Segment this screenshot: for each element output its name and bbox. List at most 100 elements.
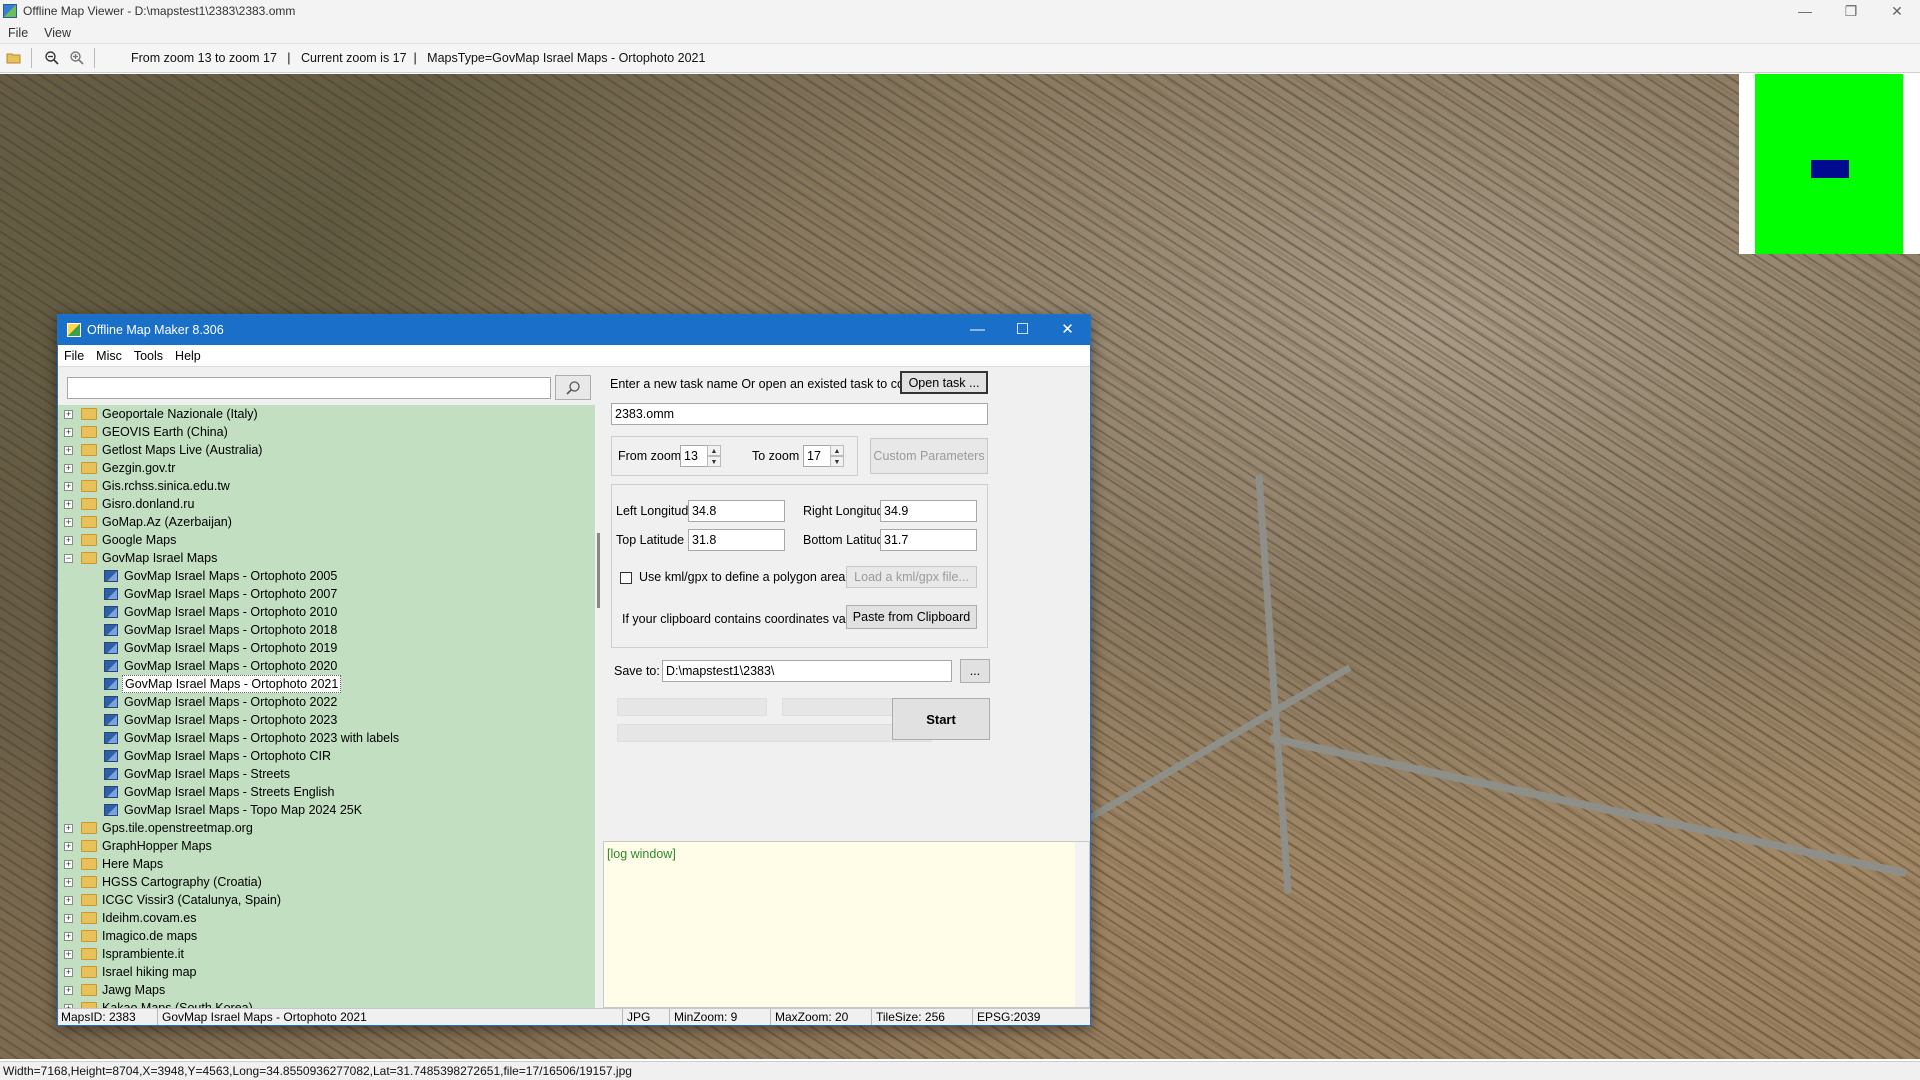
tree-map-item[interactable]: GovMap Israel Maps - Ortophoto 2021 — [58, 675, 595, 693]
tree-map-item[interactable]: GovMap Israel Maps - Ortophoto 2020 — [58, 657, 595, 675]
dialog-menu-misc[interactable]: Misc — [90, 349, 128, 363]
start-button[interactable]: Start — [892, 698, 990, 740]
tree-folder-item[interactable]: + Gisro.donland.ru — [58, 495, 595, 513]
tree-folder-item[interactable]: + Here Maps — [58, 855, 595, 873]
tree-map-item[interactable]: GovMap Israel Maps - Ortophoto 2022 — [58, 693, 595, 711]
expand-icon[interactable]: + — [64, 410, 73, 419]
zoom-out-icon[interactable] — [41, 47, 63, 69]
dialog-minimize-button[interactable]: — — [955, 315, 1000, 345]
save-to-field[interactable]: D:\mapstest1\2383\ — [662, 660, 952, 682]
tree-map-item[interactable]: GovMap Israel Maps - Streets — [58, 765, 595, 783]
tree-folder-item[interactable]: + Gis.rchss.sinica.edu.tw — [58, 477, 595, 495]
expand-icon[interactable]: + — [64, 500, 73, 509]
expand-icon[interactable]: + — [64, 968, 73, 977]
tree-map-item[interactable]: GovMap Israel Maps - Ortophoto 2023 with… — [58, 729, 595, 747]
restore-button[interactable]: ❐ — [1828, 0, 1874, 22]
tree-folder-item[interactable]: + Ideihm.covam.es — [58, 909, 595, 927]
dialog-maximize-button[interactable]: ☐ — [1000, 315, 1045, 345]
from-zoom-field[interactable]: 13 — [680, 445, 708, 467]
folder-icon — [81, 858, 97, 870]
from-zoom-spinner[interactable]: ▲ ▼ — [707, 445, 721, 467]
expand-icon[interactable]: + — [64, 932, 73, 941]
paste-from-clipboard-button[interactable]: Paste from Clipboard — [846, 605, 977, 629]
expand-icon[interactable]: + — [64, 950, 73, 959]
dialog-menu-tools[interactable]: Tools — [128, 349, 169, 363]
top-latitude-field[interactable]: 31.8 — [688, 529, 785, 551]
tree-folder-item[interactable]: + GoMap.Az (Azerbaijan) — [58, 513, 595, 531]
tree-map-item[interactable]: GovMap Israel Maps - Ortophoto 2007 — [58, 585, 595, 603]
tree-folder-item[interactable]: + ICGC Vissir3 (Catalunya, Spain) — [58, 891, 595, 909]
expand-icon[interactable]: + — [64, 914, 73, 923]
tree-map-item[interactable]: GovMap Israel Maps - Topo Map 2024 25K — [58, 801, 595, 819]
expand-icon[interactable]: + — [64, 842, 73, 851]
to-zoom-spinner[interactable]: ▲ ▼ — [830, 445, 844, 467]
task-name-field[interactable]: 2383.omm — [611, 403, 988, 425]
tree-folder-item[interactable]: + Google Maps — [58, 531, 595, 549]
tree-folder-item[interactable]: − GovMap Israel Maps — [58, 549, 595, 567]
map-search-input[interactable] — [67, 377, 551, 399]
tree-folder-item[interactable]: + Getlost Maps Live (Australia) — [58, 441, 595, 459]
tree-map-item[interactable]: GovMap Israel Maps - Ortophoto 2018 — [58, 621, 595, 639]
tree-folder-item[interactable]: + Israel hiking map — [58, 963, 595, 981]
custom-parameters-button[interactable]: Custom Parameters — [870, 438, 988, 474]
expand-icon[interactable]: + — [64, 860, 73, 869]
open-folder-icon[interactable] — [3, 47, 25, 69]
to-zoom-field[interactable]: 17 — [803, 445, 831, 467]
expand-icon[interactable]: + — [64, 464, 73, 473]
minimap-viewport[interactable] — [1811, 160, 1849, 178]
tree-folder-item[interactable]: + Imagico.de maps — [58, 927, 595, 945]
tree-folder-item[interactable]: + Kakao Maps (South Korea) — [58, 999, 595, 1008]
load-kml-button[interactable]: Load a kml/gpx file... — [846, 566, 977, 588]
expand-icon[interactable]: + — [64, 428, 73, 437]
left-longitude-field[interactable]: 34.8 — [688, 500, 785, 522]
tree-map-item[interactable]: GovMap Israel Maps - Streets English — [58, 783, 595, 801]
tree-folder-item[interactable]: + Isprambiente.it — [58, 945, 595, 963]
map-source-panel: + Geoportale Nazionale (Italy) + GEOVIS Ear… — [58, 368, 595, 1008]
zoom-in-icon[interactable] — [66, 47, 88, 69]
expand-icon[interactable]: + — [64, 878, 73, 887]
tree-folder-item[interactable]: + Geoportale Nazionale (Italy) — [58, 405, 595, 423]
minimap[interactable] — [1739, 74, 1920, 254]
tree-map-item[interactable]: GovMap Israel Maps - Ortophoto CIR — [58, 747, 595, 765]
expand-icon[interactable]: + — [64, 482, 73, 491]
from-zoom-label: From zoom — [618, 449, 682, 463]
map-layer-icon — [104, 732, 118, 744]
search-button[interactable] — [555, 375, 591, 400]
collapse-icon[interactable]: − — [64, 554, 73, 563]
progress-bar-total — [617, 724, 932, 742]
tree-folder-item[interactable]: + GraphHopper Maps — [58, 837, 595, 855]
right-longitude-field[interactable]: 34.9 — [880, 500, 977, 522]
tree-folder-item[interactable]: + HGSS Cartography (Croatia) — [58, 873, 595, 891]
tree-map-item[interactable]: GovMap Israel Maps - Ortophoto 2005 — [58, 567, 595, 585]
open-task-button[interactable]: Open task ... — [900, 371, 988, 394]
tree-map-item[interactable]: GovMap Israel Maps - Ortophoto 2010 — [58, 603, 595, 621]
tree-map-item[interactable]: GovMap Israel Maps - Ortophoto 2019 — [58, 639, 595, 657]
log-scrollbar[interactable] — [1075, 842, 1089, 1007]
expand-icon[interactable]: + — [64, 536, 73, 545]
tree-folder-item[interactable]: + Gps.tile.openstreetmap.org — [58, 819, 595, 837]
menu-file[interactable]: File — [0, 26, 36, 40]
dialog-menu-help[interactable]: Help — [169, 349, 207, 363]
scrollbar-thumb[interactable] — [597, 533, 600, 608]
tree-folder-item[interactable]: + Jawg Maps — [58, 981, 595, 999]
tree-map-item[interactable]: GovMap Israel Maps - Ortophoto 2023 — [58, 711, 595, 729]
tree-folder-item[interactable]: + GEOVIS Earth (China) — [58, 423, 595, 441]
close-button[interactable]: ✕ — [1874, 0, 1920, 22]
kml-checkbox[interactable] — [620, 572, 632, 584]
dialog-menu-file[interactable]: File — [58, 349, 90, 363]
tree-folder-item[interactable]: + Gezgin.gov.tr — [58, 459, 595, 477]
minimize-button[interactable]: — — [1782, 0, 1828, 22]
log-window[interactable]: [log window] — [603, 841, 1090, 1008]
tree-item-label: GovMap Israel Maps - Ortophoto 2023 with… — [124, 731, 400, 745]
expand-icon[interactable]: + — [64, 824, 73, 833]
menu-view[interactable]: View — [36, 26, 79, 40]
expand-icon[interactable]: + — [64, 896, 73, 905]
dialog-close-button[interactable]: ✕ — [1045, 315, 1090, 345]
expand-icon[interactable]: + — [64, 986, 73, 995]
tree-scrollbar[interactable] — [595, 368, 603, 1008]
browse-button[interactable]: ... — [960, 659, 990, 683]
map-source-tree[interactable]: + Geoportale Nazionale (Italy) + GEOVIS Ear… — [58, 405, 595, 1008]
expand-icon[interactable]: + — [64, 446, 73, 455]
bottom-latitude-field[interactable]: 31.7 — [880, 529, 977, 551]
expand-icon[interactable]: + — [64, 518, 73, 527]
